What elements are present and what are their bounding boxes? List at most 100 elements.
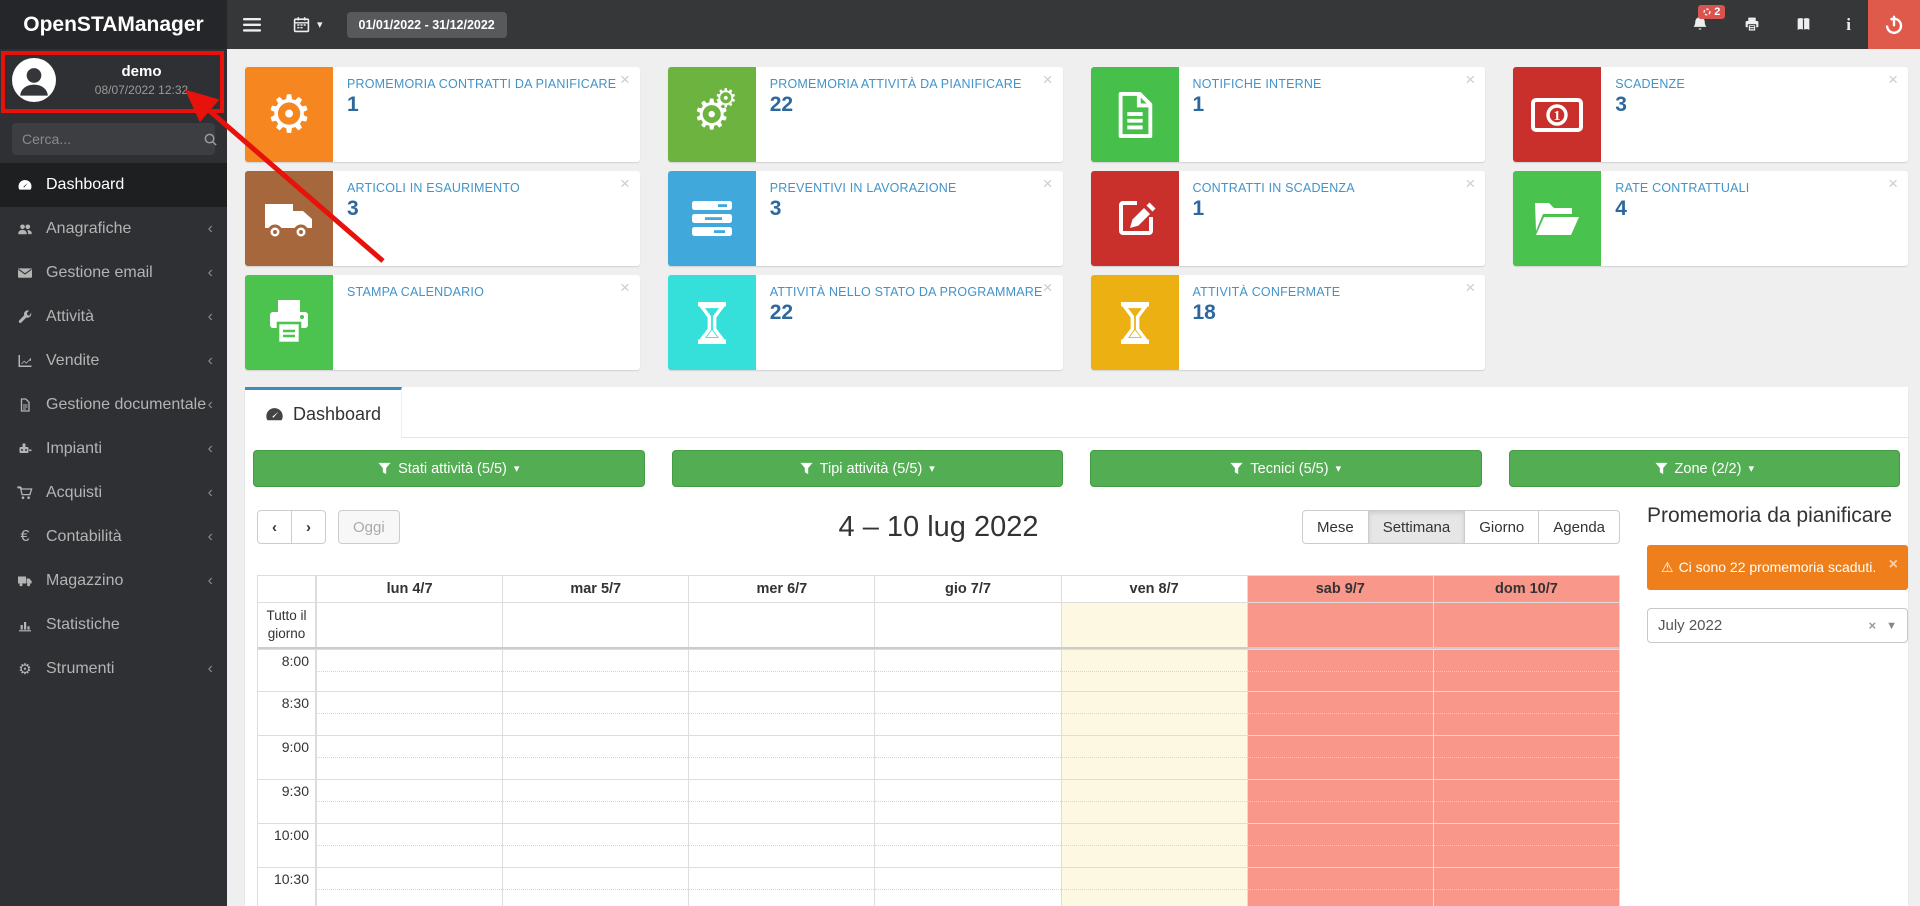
all-day-cell[interactable] <box>688 602 874 647</box>
sidebar-toggle-button[interactable] <box>227 0 277 49</box>
close-icon[interactable]: × <box>1465 71 1475 88</box>
filter-tecnici[interactable]: Tecnici (5/5)▾ <box>1090 450 1482 487</box>
close-icon[interactable]: × <box>1888 175 1898 192</box>
calendar-slot[interactable] <box>502 735 688 779</box>
all-day-cell[interactable] <box>316 602 502 647</box>
calendar-slot[interactable] <box>874 779 1060 823</box>
widget-promemoria-contratti[interactable]: ⚙ PROMEMORIA CONTRATTI DA PIANIFICARE1 × <box>245 67 640 162</box>
filter-tipi-attivita[interactable]: Tipi attività (5/5)▾ <box>672 450 1064 487</box>
calendar-slot[interactable] <box>688 735 874 779</box>
calendar-slot[interactable] <box>874 735 1060 779</box>
date-range-badge[interactable]: 01/01/2022 - 31/12/2022 <box>347 12 507 38</box>
widget-notifiche-interne[interactable]: NOTIFICHE INTERNE1 × <box>1091 67 1486 162</box>
close-icon[interactable]: × <box>1043 175 1053 192</box>
view-agenda-button[interactable]: Agenda <box>1539 510 1620 544</box>
calendar-slot[interactable] <box>502 649 688 693</box>
calendar-slot[interactable] <box>316 691 502 735</box>
calendar-slot[interactable] <box>316 779 502 823</box>
calendar-slot[interactable] <box>1433 867 1619 906</box>
calendar-slot[interactable] <box>1061 735 1247 779</box>
close-icon[interactable]: × <box>1889 553 1898 577</box>
widget-stampa-calendario[interactable]: STAMPA CALENDARIO × <box>245 275 640 370</box>
sidebar-item-attivita[interactable]: Attività ‹ <box>0 295 227 339</box>
calendar-slot[interactable] <box>1061 779 1247 823</box>
calendar-slot[interactable] <box>316 735 502 779</box>
month-select[interactable]: July 2022 × ▼ <box>1647 608 1908 643</box>
filter-zone[interactable]: Zone (2/2)▾ <box>1509 450 1901 487</box>
sidebar-item-anagrafiche[interactable]: Anagrafiche ‹ <box>0 207 227 251</box>
widget-articoli-esaurimento[interactable]: ARTICOLI IN ESAURIMENTO3 × <box>245 171 640 266</box>
sidebar-item-gestione-documentale[interactable]: Gestione documentale ‹ <box>0 383 227 427</box>
calendar-slot[interactable] <box>502 823 688 867</box>
sidebar-item-acquisti[interactable]: Acquisti ‹ <box>0 471 227 515</box>
calendar-slot[interactable] <box>316 867 502 906</box>
all-day-cell[interactable] <box>502 602 688 647</box>
close-icon[interactable]: × <box>1888 71 1898 88</box>
calendar-slot[interactable] <box>874 867 1060 906</box>
period-picker-button[interactable]: ▾ <box>277 0 339 49</box>
calendar-slot[interactable] <box>1061 867 1247 906</box>
all-day-cell[interactable] <box>1061 602 1247 647</box>
search-icon[interactable] <box>203 132 218 147</box>
search-input[interactable] <box>22 131 203 147</box>
close-icon[interactable]: × <box>1043 71 1053 88</box>
calendar-slot[interactable] <box>874 823 1060 867</box>
calendar-slot[interactable] <box>1433 823 1619 867</box>
close-icon[interactable]: × <box>1043 279 1053 296</box>
sidebar-item-contabilita[interactable]: € Contabilità ‹ <box>0 515 227 559</box>
calendar-slot[interactable] <box>1247 649 1433 693</box>
calendar-slot[interactable] <box>1247 735 1433 779</box>
calendar-slot[interactable] <box>874 691 1060 735</box>
close-icon[interactable]: × <box>620 279 630 296</box>
calendar-slot[interactable] <box>688 867 874 906</box>
calendar-next-button[interactable]: › <box>292 510 326 544</box>
calendar-slot[interactable] <box>1061 823 1247 867</box>
calendar-slot[interactable] <box>1247 779 1433 823</box>
all-day-cell[interactable] <box>874 602 1060 647</box>
close-icon[interactable]: × <box>1465 279 1475 296</box>
calendar-slot[interactable] <box>1247 823 1433 867</box>
calendar-slot[interactable] <box>316 823 502 867</box>
sidebar-item-magazzino[interactable]: Magazzino ‹ <box>0 559 227 603</box>
widget-contratti-scadenza[interactable]: CONTRATTI IN SCADENZA1 × <box>1091 171 1486 266</box>
calendar-slot[interactable] <box>1433 691 1619 735</box>
calendar-slot[interactable] <box>1247 691 1433 735</box>
print-button[interactable] <box>1726 0 1778 49</box>
calendar-prev-button[interactable]: ‹ <box>257 510 292 544</box>
calendar-slot[interactable] <box>1433 779 1619 823</box>
sidebar-item-impianti[interactable]: Impianti ‹ <box>0 427 227 471</box>
sidebar-item-vendite[interactable]: Vendite ‹ <box>0 339 227 383</box>
logout-button[interactable] <box>1868 0 1920 49</box>
calendar-slot[interactable] <box>1433 649 1619 693</box>
all-day-cell[interactable] <box>1247 602 1433 647</box>
calendar-slot[interactable] <box>1061 649 1247 693</box>
sidebar-item-statistiche[interactable]: Statistiche <box>0 603 227 647</box>
widget-attivita-da-programmare[interactable]: ATTIVITÀ NELLO STATO DA PROGRAMMARE22 × <box>668 275 1063 370</box>
widget-promemoria-attivita[interactable]: ⚙⚙ PROMEMORIA ATTIVITÀ DA PIANIFICARE22 … <box>668 67 1063 162</box>
filter-stati-attivita[interactable]: Stati attività (5/5)▾ <box>253 450 645 487</box>
calendar-slot[interactable] <box>502 867 688 906</box>
tab-dashboard[interactable]: Dashboard <box>245 387 402 438</box>
calendar-slot[interactable] <box>1433 735 1619 779</box>
calendar-slot[interactable] <box>316 649 502 693</box>
view-giorno-button[interactable]: Giorno <box>1465 510 1539 544</box>
clear-icon[interactable]: × <box>1859 618 1887 633</box>
close-icon[interactable]: × <box>620 175 630 192</box>
calendar-slot[interactable] <box>502 779 688 823</box>
calendar-slot[interactable] <box>688 779 874 823</box>
widget-preventivi-lavorazione[interactable]: PREVENTIVI IN LAVORAZIONE3 × <box>668 171 1063 266</box>
calendar-slot[interactable] <box>1247 867 1433 906</box>
sidebar-item-gestione-email[interactable]: Gestione email ‹ <box>0 251 227 295</box>
view-settimana-button[interactable]: Settimana <box>1369 510 1466 544</box>
docs-button[interactable] <box>1778 0 1829 49</box>
user-panel[interactable]: demo 08/07/2022 12:32 <box>0 49 227 111</box>
calendar-slot[interactable] <box>688 649 874 693</box>
view-mese-button[interactable]: Mese <box>1302 510 1369 544</box>
sidebar-item-dashboard[interactable]: Dashboard <box>0 163 227 207</box>
widget-attivita-confermate[interactable]: ATTIVITÀ CONFERMATE18 × <box>1091 275 1486 370</box>
all-day-cell[interactable] <box>1433 602 1619 647</box>
calendar-slot[interactable] <box>688 691 874 735</box>
calendar-slot[interactable] <box>1061 691 1247 735</box>
widget-scadenze[interactable]: 1 SCADENZE3 × <box>1513 67 1908 162</box>
sidebar-item-strumenti[interactable]: ⚙ Strumenti ‹ <box>0 647 227 691</box>
